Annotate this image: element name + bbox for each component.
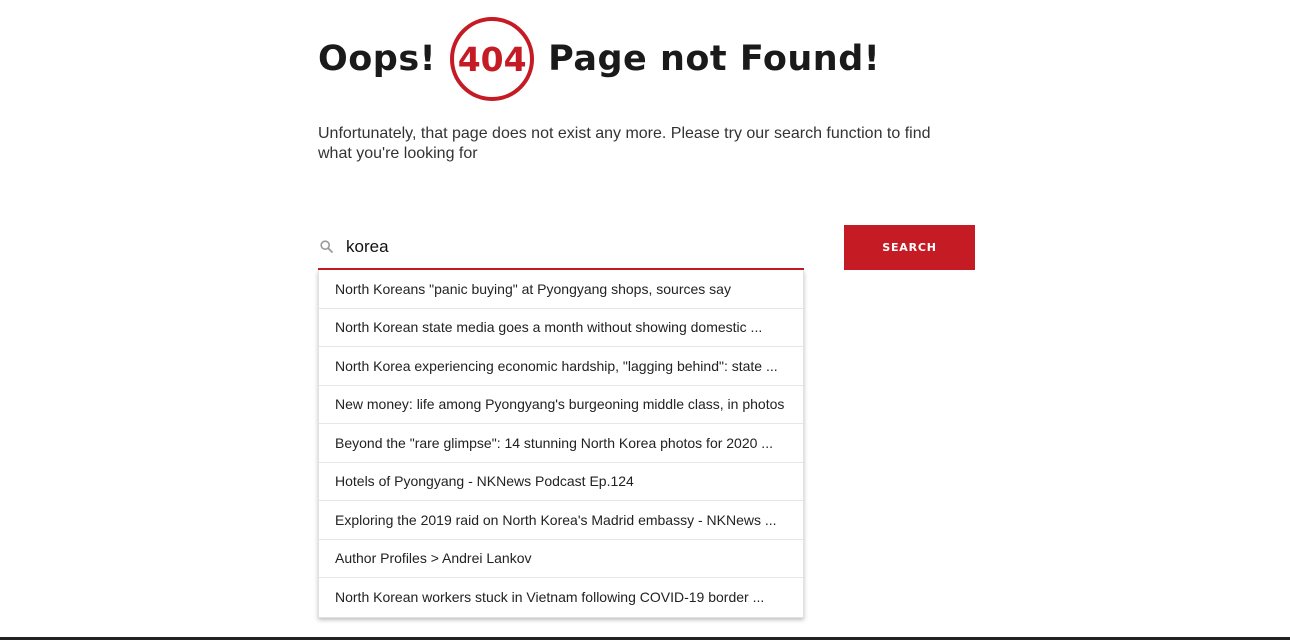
error-code-badge: 404 [450,17,535,101]
suggestion-item[interactable]: Beyond the "rare glimpse": 14 stunning N… [319,424,803,463]
error-message: Unfortunately, that page does not exist … [318,125,931,162]
page-title: Page not Found! [548,39,881,79]
suggestion-item[interactable]: North Korean workers stuck in Vietnam fo… [319,578,803,617]
suggestion-item[interactable]: North Korea experiencing economic hardsh… [319,347,803,386]
suggestion-item[interactable]: Author Profiles > Andrei Lankov [319,540,803,578]
suggestion-item[interactable]: North Koreans "panic buying" at Pyongyan… [319,270,803,309]
suggestion-item[interactable]: Exploring the 2019 raid on North Korea's… [319,501,803,540]
search-button[interactable]: SEARCH [844,225,975,270]
suggestion-item[interactable]: North Korean state media goes a month wi… [319,309,803,347]
page: Oops! 404 Page not Found! Unfortunately,… [0,0,1290,640]
page-heading: Oops! 404 Page not Found! [318,16,880,102]
suggestion-item[interactable]: New money: life among Pyongyang's burgeo… [319,386,803,424]
error-code: 404 [457,39,527,79]
search-field [318,225,804,270]
suggestion-item[interactable]: Hotels of Pyongyang - NKNews Podcast Ep.… [319,463,803,501]
search-input[interactable] [346,236,786,257]
search-form: SEARCH [318,225,975,270]
oops-text: Oops! [318,39,437,79]
search-suggestions: North Koreans "panic buying" at Pyongyan… [318,270,804,618]
search-icon [318,239,334,255]
